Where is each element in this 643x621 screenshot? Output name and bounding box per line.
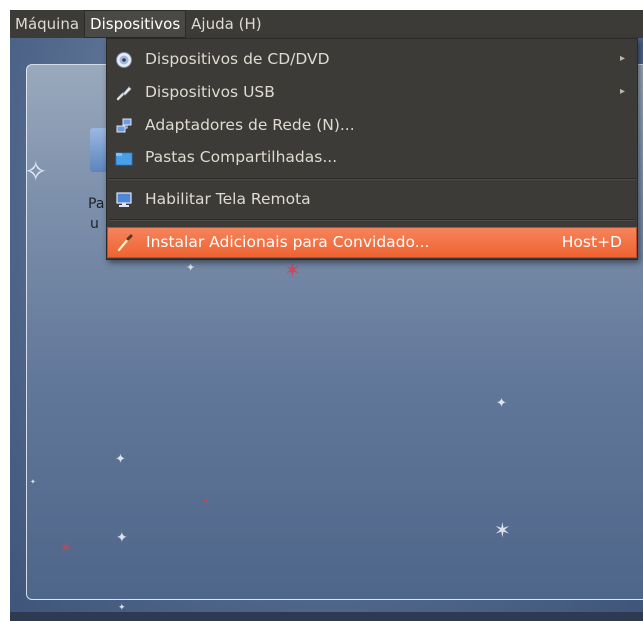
desktop-bottom-edge (10, 612, 643, 621)
menubar: Máquina Dispositivos Ajuda (H) (10, 10, 643, 38)
menu-maquina[interactable]: Máquina (10, 10, 84, 38)
menu-item-label: Habilitar Tela Remota (145, 190, 311, 208)
usb-plug-icon (116, 86, 132, 101)
submenu-arrow-icon: ▸ (619, 53, 625, 64)
menu-dispositivos[interactable]: Dispositivos (84, 10, 187, 38)
menu-item-usb[interactable]: Dispositivos USB ▸ (107, 78, 637, 108)
submenu-arrow-icon: ▸ (619, 86, 625, 97)
star-icon: ✦ (118, 603, 126, 612)
menu-item-label: Dispositivos de CD/DVD (145, 50, 330, 68)
menu-item-install-guest-additions[interactable]: Instalar Adicionais para Convidado... Ho… (107, 227, 637, 258)
menu-item-remote-display[interactable]: Habilitar Tela Remota (107, 185, 637, 215)
disc-icon (116, 52, 132, 68)
shared-folder-icon (115, 152, 133, 166)
network-adapter-icon (116, 118, 132, 133)
menu-item-label: Instalar Adicionais para Convidado... (146, 233, 430, 251)
menu-item-label: Pastas Compartilhadas... (145, 148, 338, 166)
star-icon: ✦ (116, 530, 128, 546)
dispositivos-dropdown: Dispositivos de CD/DVD ▸ Dispositivos US… (106, 38, 638, 260)
star-icon: ✧ (24, 155, 48, 188)
menu-item-network-adapters[interactable]: Adaptadores de Rede (N)... (107, 111, 637, 141)
desktop-icon-label: Pa u (88, 194, 104, 234)
star-icon: ✶ (60, 540, 72, 556)
star-icon: ✶ (284, 258, 301, 282)
star-icon: ✦ (202, 497, 210, 507)
menu-item-cd-dvd[interactable]: Dispositivos de CD/DVD ▸ (107, 45, 637, 75)
star-icon: ✦ (30, 478, 36, 486)
menu-item-label: Adaptadores de Rede (N)... (145, 116, 355, 134)
desktop-icon-label-line1: Pa (88, 196, 105, 212)
menu-item-label: Dispositivos USB (145, 83, 275, 101)
install-addons-icon (117, 234, 133, 252)
menu-separator (109, 178, 635, 180)
star-icon: ✶ (494, 518, 511, 542)
star-icon: ✦ (496, 396, 507, 411)
menu-ajuda[interactable]: Ajuda (H) (186, 10, 266, 38)
menubar-area: Máquina Dispositivos Ajuda (H) (0, 0, 643, 38)
remote-display-icon (116, 192, 132, 207)
star-icon: ✦ (186, 261, 196, 274)
desktop-icon-label-line2: u (90, 216, 99, 232)
star-icon: ✦ (115, 452, 126, 467)
menu-separator (109, 219, 635, 221)
menu-item-shortcut: Host+D (561, 233, 622, 251)
menu-item-shared-folders[interactable]: Pastas Compartilhadas... (107, 143, 637, 173)
